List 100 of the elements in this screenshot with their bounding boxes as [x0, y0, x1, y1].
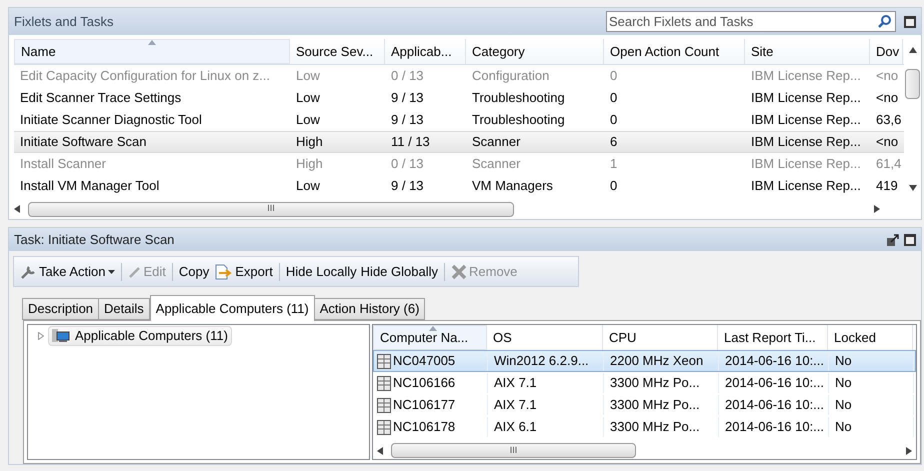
- column-header[interactable]: Site: [745, 39, 870, 64]
- table-cell-text: IBM License Rep...: [750, 67, 862, 86]
- tab[interactable]: Description: [22, 298, 100, 320]
- table-cell-text: 9 / 13: [390, 111, 425, 130]
- table-cell: No: [829, 417, 914, 437]
- scroll-down-arrow-icon[interactable]: [908, 185, 916, 191]
- table-cell-text: 0 / 13: [390, 155, 425, 174]
- table-cell: AIX 6.1: [488, 417, 604, 437]
- table-row[interactable]: NC047005 Win2012 6.2.9... 2200 MHz Xeon 2014-06-16 10:... No: [373, 350, 916, 372]
- server-icon: [377, 420, 391, 434]
- server-icon: [377, 376, 391, 390]
- table-cell-text: Scanner: [471, 155, 522, 174]
- table-cell-text: 0: [609, 177, 618, 196]
- table-cell-text: IBM License Rep...: [750, 133, 862, 152]
- scrollbar-thumb[interactable]: III: [28, 202, 514, 216]
- table-cell-text: Initiate Software Scan: [19, 133, 148, 152]
- table-cell-text: Low: [295, 67, 321, 86]
- table-cell-text: Scanner: [471, 133, 522, 152]
- tree-expander-icon[interactable]: [38, 332, 44, 340]
- sort-arrow-icon: [429, 326, 437, 331]
- table-cell-text: 419: [875, 177, 899, 196]
- table-cell: No: [829, 351, 914, 371]
- search-field[interactable]: Search Fixlets and Tasks: [606, 11, 896, 32]
- table-cell: AIX 7.1: [488, 395, 604, 415]
- server-icon: [377, 398, 391, 412]
- table-cell: No: [829, 373, 914, 393]
- table-row[interactable]: Edit Scanner Trace Settings Low 9 / 13 Troubleshooting 0 IBM License Rep... <no: [14, 87, 904, 109]
- table-cell: 2014-06-16 10:...: [719, 373, 829, 393]
- tab[interactable]: Applicable Computers (11): [150, 295, 315, 321]
- pencil-icon: [128, 264, 142, 278]
- tree-item[interactable]: Applicable Computers (11): [48, 326, 232, 346]
- column-header[interactable]: Dov: [870, 39, 903, 64]
- column-header[interactable]: Category: [466, 39, 604, 64]
- table-cell: 2014-06-16 10:...: [719, 351, 829, 371]
- table-cell-text: Configuration: [471, 67, 550, 86]
- table-cell-text: IBM License Rep...: [750, 155, 862, 174]
- table-cell: 3300 MHz Po...: [604, 417, 719, 437]
- caret-icon: [108, 270, 114, 274]
- table-row[interactable]: Initiate Scanner Diagnostic Tool Low 9 / 13 Troubleshooting 0 IBM License Rep... 63,6: [14, 109, 904, 131]
- toolbar-button[interactable]: Hide Locally: [284, 262, 359, 282]
- scroll-right-arrow-icon[interactable]: [874, 205, 880, 213]
- table-cell: NC106178: [374, 417, 488, 437]
- table-row[interactable]: NC106166 AIX 7.1 3300 MHz Po... 2014-06-16 10:... No: [373, 372, 916, 394]
- search-icon[interactable]: [878, 14, 892, 28]
- table-row[interactable]: NC106178 AIX 6.1 3300 MHz Po... 2014-06-16 10:... No: [373, 416, 916, 438]
- scroll-left-arrow-icon[interactable]: [14, 205, 20, 213]
- toolbar-button[interactable]: Export: [211, 262, 275, 282]
- table-cell: AIX 7.1: [488, 373, 604, 393]
- scroll-up-arrow-icon[interactable]: [908, 47, 916, 53]
- panel-title: Task: Initiate Software Scan: [14, 230, 174, 249]
- tab[interactable]: Action History (6): [314, 298, 426, 320]
- table-cell-text: Troubleshooting: [471, 89, 566, 108]
- table-cell-text: IBM License Rep...: [750, 177, 862, 196]
- maximize-button[interactable]: [904, 234, 916, 246]
- table-cell-text: Edit Capacity Configuration for Linux on z...: [19, 67, 272, 86]
- table-cell: Win2012 6.2.9...: [488, 351, 604, 371]
- table-cell-text: Install VM Manager Tool: [19, 177, 160, 196]
- table-cell-text: 61,4: [875, 155, 902, 174]
- table-cell-text: 6: [609, 133, 618, 152]
- table-cell-text: 11 / 13: [390, 133, 431, 152]
- table-cell-text: VM Managers: [471, 177, 554, 196]
- table-row[interactable]: NC106177 AIX 7.1 3300 MHz Po... 2014-06-16 10:... No: [373, 394, 916, 416]
- table-cell-text: 0: [609, 111, 618, 130]
- toolbar-button[interactable]: Hide Globally: [358, 262, 440, 282]
- table-cell-text: High: [295, 133, 324, 152]
- server-icon: [377, 354, 391, 368]
- table-cell-text: 63,6: [875, 111, 902, 130]
- table-cell-text: 9 / 13: [390, 177, 425, 196]
- table-cell: NC106166: [374, 373, 488, 393]
- column-header[interactable]: Name: [14, 39, 290, 64]
- table-cell-text: Edit Scanner Trace Settings: [19, 89, 182, 108]
- table-cell: 3300 MHz Po...: [604, 373, 719, 393]
- column-header[interactable]: Applicab...: [385, 39, 466, 64]
- table-cell: NC047005: [374, 351, 488, 371]
- table-cell-text: Low: [295, 111, 321, 130]
- vertical-scrollbar-thumb[interactable]: [905, 69, 920, 99]
- toolbar-button[interactable]: Copy: [176, 262, 212, 282]
- table-row[interactable]: Initiate Software Scan High 11 / 13 Scanner 6 IBM License Rep... <no: [14, 131, 904, 153]
- scrollbar-thumb[interactable]: III: [391, 443, 636, 458]
- scroll-grip: III: [267, 202, 275, 216]
- column-header[interactable]: Source Sev...: [290, 39, 385, 64]
- table-cell: 2014-06-16 10:...: [719, 395, 829, 415]
- table-cell-text: Low: [295, 177, 321, 196]
- table-cell-text: <no: [875, 67, 900, 86]
- column-header[interactable]: Open Action Count: [604, 39, 745, 64]
- table-cell: 2200 MHz Xeon: [604, 351, 719, 371]
- panel-title: Fixlets and Tasks: [14, 12, 114, 31]
- table-cell-text: Low: [295, 89, 321, 108]
- table-row[interactable]: Install VM Manager Tool Low 9 / 13 VM Managers 0 IBM License Rep... 419: [14, 175, 904, 197]
- column-header[interactable]: Computer Na...: [373, 325, 487, 350]
- scroll-right-arrow-icon[interactable]: [906, 446, 912, 454]
- tab[interactable]: Details: [98, 298, 150, 320]
- close-icon: [451, 264, 467, 280]
- table-cell-text: Install Scanner: [19, 155, 107, 174]
- maximize-button[interactable]: [904, 16, 916, 28]
- table-cell: 2014-06-16 10:...: [719, 417, 829, 437]
- scroll-left-arrow-icon[interactable]: [377, 446, 383, 454]
- table-cell: NC106177: [374, 395, 488, 415]
- detach-icon[interactable]: [887, 234, 899, 246]
- toolbar-button[interactable]: Take Action: [18, 262, 116, 282]
